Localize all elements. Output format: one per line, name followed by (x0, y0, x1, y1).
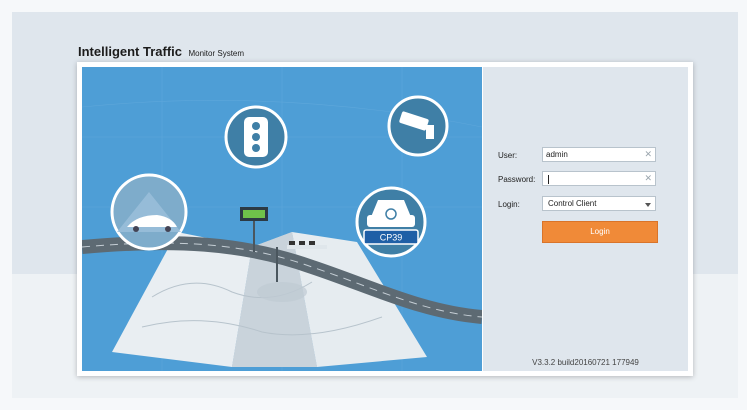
version-text: V3.3.2 build20160721 177949 (532, 358, 639, 367)
illustration-svg: CP39 (82, 67, 482, 371)
plate-text: CP39 (380, 233, 403, 243)
app-title-sub: Monitor System (188, 49, 245, 58)
app-title-main: Intelligent Traffic (78, 44, 183, 59)
login-type-value: Control Client (548, 199, 597, 208)
surveillance-camera-icon (387, 95, 449, 157)
password-label: Password: (498, 175, 536, 184)
password-field[interactable]: ✕ (542, 171, 656, 186)
traffic-illustration: CP39 (82, 67, 482, 371)
clear-password-icon[interactable]: ✕ (644, 173, 652, 184)
license-plate-icon: CP39 (363, 229, 419, 245)
password-input[interactable] (546, 172, 642, 185)
login-button[interactable]: Login (542, 221, 658, 243)
traffic-light-icon (224, 105, 288, 169)
app-title: Intelligent Traffic Monitor System (78, 43, 244, 61)
user-field[interactable]: ✕ (542, 147, 656, 162)
highway-car-icon (110, 173, 188, 251)
login-type-select[interactable]: Control Client (542, 196, 656, 211)
login-type-label: Login: (498, 200, 520, 209)
clear-user-icon[interactable]: ✕ (644, 149, 652, 160)
user-input[interactable] (546, 148, 642, 161)
car-icon (355, 186, 427, 258)
login-panel: User: ✕ Password: ✕ Login: Control Clien… (483, 67, 688, 371)
user-label: User: (498, 151, 518, 160)
chevron-down-icon[interactable] (645, 203, 651, 207)
login-frame: CP39 User: ✕ Password: ✕ Login: Control … (77, 62, 693, 376)
